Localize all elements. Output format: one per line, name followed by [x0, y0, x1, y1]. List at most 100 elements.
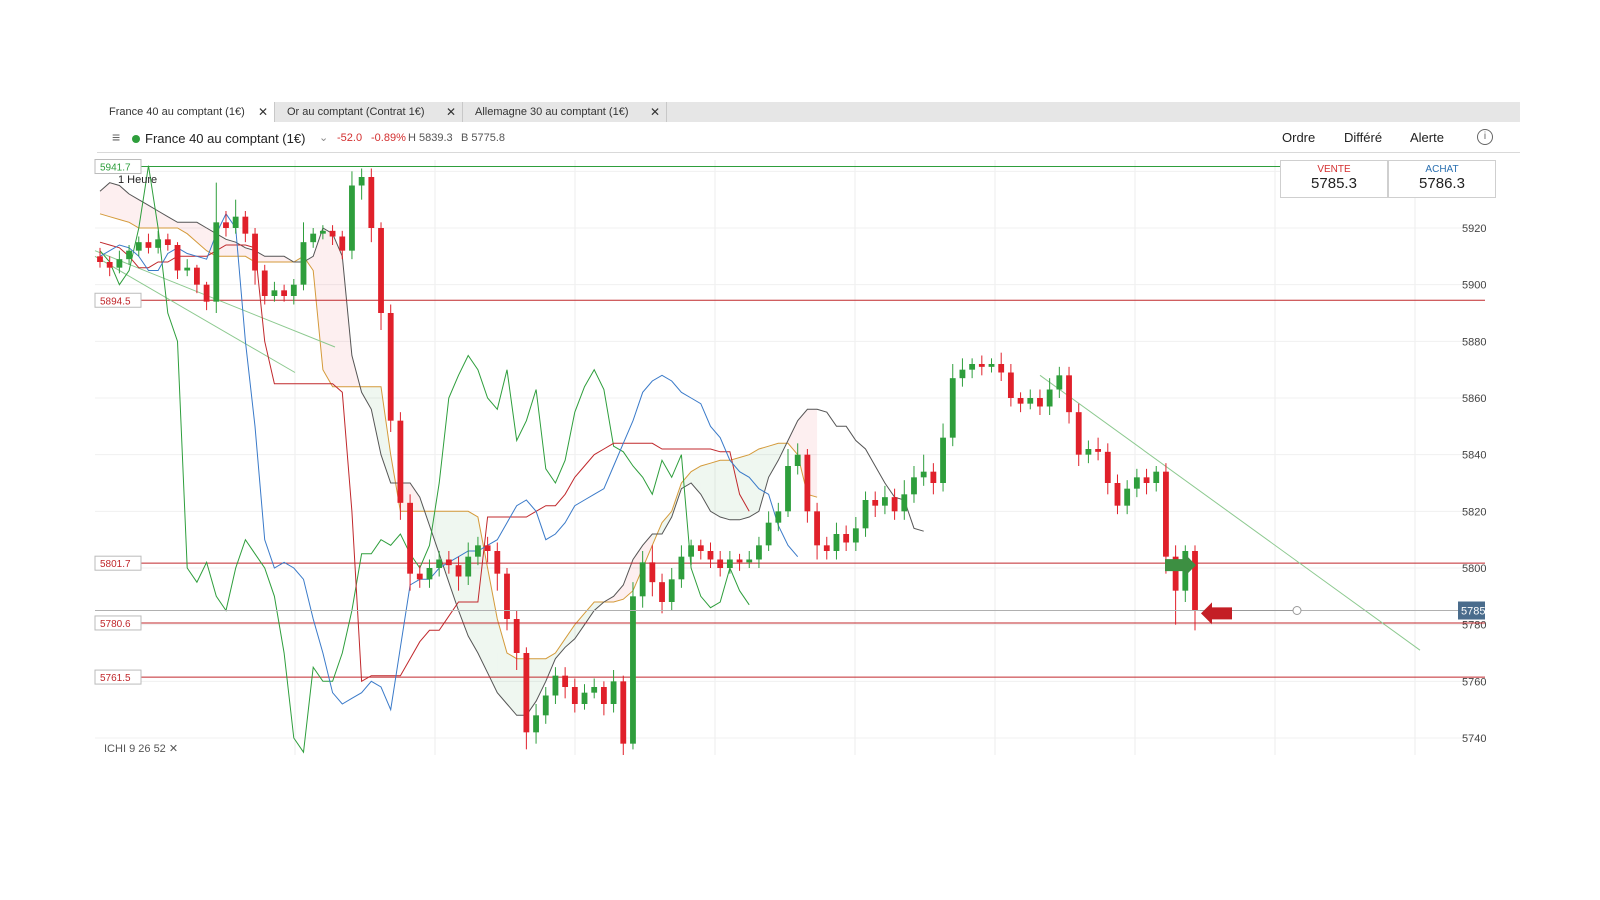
ichimoku-cloud [187, 222, 197, 243]
ichimoku-cloud [768, 443, 779, 478]
sell-button[interactable]: VENTE 5785.3 [1280, 160, 1388, 198]
candle-body [688, 545, 695, 557]
price-level-label: 5941.7 [100, 163, 131, 174]
price-level-label: 5780.6 [100, 619, 131, 630]
candle-body [445, 559, 452, 566]
candle-body [1017, 398, 1024, 404]
candle-body [1095, 449, 1102, 452]
ichimoku-cloud [167, 216, 178, 228]
candle-body [1046, 389, 1053, 407]
candle-body [998, 364, 1005, 373]
candle-body [397, 420, 404, 503]
y-tick-label: 5780 [1462, 620, 1486, 632]
ichimoku-cloud [487, 568, 498, 693]
candle-body [1007, 372, 1014, 398]
candle-body [571, 687, 578, 704]
candle-body [378, 228, 384, 313]
candle-body [223, 222, 229, 228]
candle-body [920, 471, 927, 478]
ichimoku-cloud [700, 463, 711, 512]
candle-body [901, 494, 908, 512]
candle-body [310, 233, 317, 243]
candle-body [678, 556, 685, 580]
ichimoku-cloud [177, 222, 188, 234]
candle-body [475, 545, 481, 557]
candle-body [591, 687, 598, 693]
indicator-name: ICHI [104, 743, 126, 755]
buy-arrow-icon [1165, 554, 1196, 577]
candle-body [184, 267, 191, 271]
ichimoku-cloud [313, 228, 323, 370]
ichimoku-cloud [536, 658, 546, 702]
current-price-label: 5785 [1461, 606, 1485, 618]
candle-body [969, 364, 976, 370]
candle-body [562, 675, 569, 687]
candle-body [581, 692, 588, 704]
candle-body [726, 559, 733, 568]
candle-body [542, 695, 549, 716]
candle-body [455, 565, 462, 577]
candle-body [290, 284, 297, 296]
candle-body [300, 242, 307, 285]
candle-body [174, 245, 181, 271]
candle-body [940, 437, 946, 483]
candle-body [116, 259, 123, 268]
candle-body [620, 681, 627, 744]
buy-button[interactable]: ACHAT 5786.3 [1388, 160, 1496, 198]
timeframe-label[interactable]: 1 Heure [118, 174, 157, 186]
ichimoku-cloud [371, 386, 382, 455]
candle-body [339, 236, 346, 251]
candle-body [736, 559, 743, 563]
candle-body [1066, 375, 1072, 413]
buy-label: ACHAT [1425, 164, 1459, 175]
candle-body [504, 573, 510, 619]
candle-body [242, 216, 249, 234]
candle-body [814, 511, 820, 546]
candle-body [630, 596, 636, 744]
candle-body [1192, 551, 1198, 611]
indicator-legend: ICHI 9 26 52 ✕ [104, 742, 178, 755]
candle-body [252, 233, 258, 271]
price-chart[interactable]: 5740 5760 5780 5800 5820 5840 5860 5880 5900 5920… [0, 0, 1600, 900]
y-tick-label: 5880 [1462, 336, 1486, 348]
candle-body [1085, 449, 1092, 455]
candle-body [164, 239, 171, 245]
candle-body [843, 534, 850, 543]
candle-body [1124, 488, 1131, 506]
candle-body [1075, 412, 1082, 455]
ichimoku-cloud [691, 466, 701, 495]
close-icon[interactable]: ✕ [169, 743, 178, 755]
candle-body [930, 471, 937, 483]
ichimoku-cloud [739, 454, 750, 520]
ichimoku-cloud [264, 256, 275, 262]
candle-body [959, 369, 966, 379]
candle-body [465, 556, 472, 577]
ichimoku-cloud [119, 185, 130, 223]
candle-body [155, 239, 162, 248]
candle-body [349, 185, 355, 251]
ichimoku-cloud [497, 619, 507, 704]
candle-body [639, 562, 646, 597]
candle-body [659, 582, 665, 602]
candle-body [804, 454, 811, 512]
candle-body [891, 497, 898, 512]
candle-body [533, 715, 539, 733]
ichimoku-cloud [100, 182, 110, 217]
ichimoku-cloud [322, 228, 333, 387]
price-level-label: 5801.7 [100, 559, 131, 570]
candle-body [1133, 477, 1140, 489]
candle-body [978, 364, 985, 367]
candle-body [1143, 477, 1150, 483]
candle-body [135, 242, 142, 251]
sell-arrow-icon [1201, 602, 1232, 625]
candle-body [1027, 398, 1034, 404]
ichimoku-cloud [439, 511, 449, 583]
price-marker-handle [1292, 606, 1302, 615]
ichimoku-cloud [468, 511, 478, 653]
candle-body [193, 267, 200, 285]
candle-body [387, 313, 394, 421]
candle-body [707, 551, 714, 560]
candle-body [552, 675, 559, 696]
candle-body [271, 290, 278, 296]
candle-body [281, 290, 288, 296]
